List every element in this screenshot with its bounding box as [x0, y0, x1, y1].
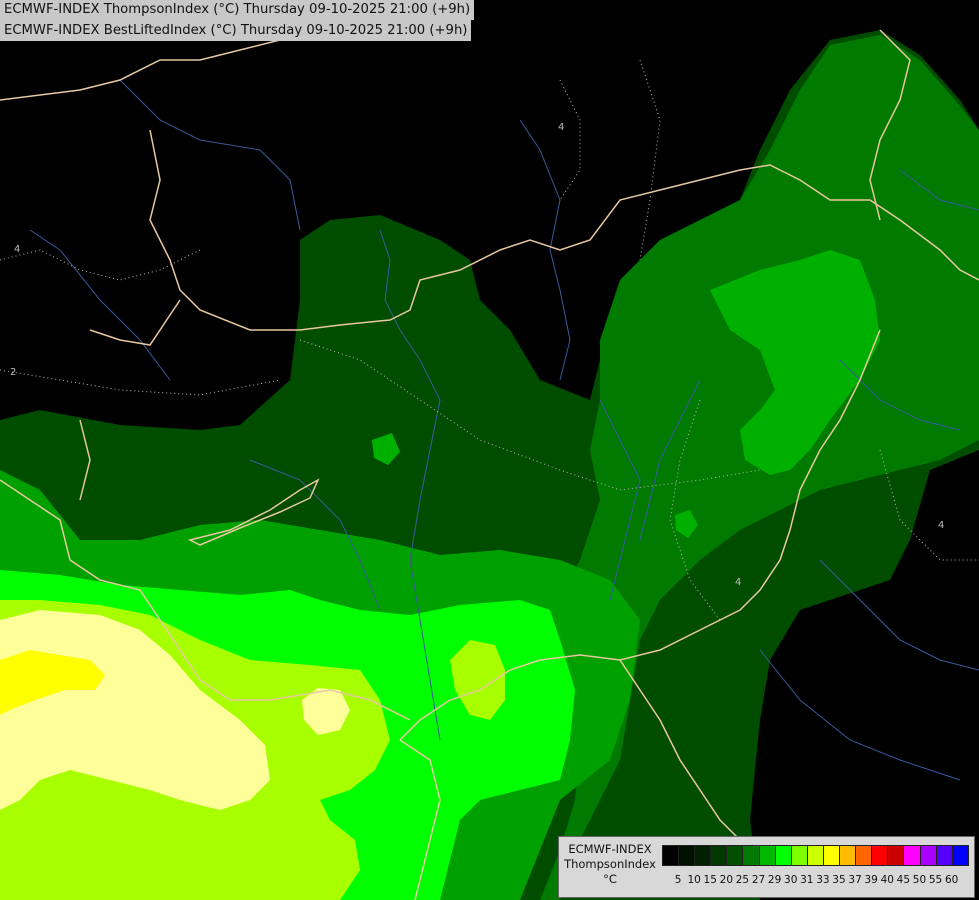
legend-swatch — [871, 845, 889, 866]
legend-swatch — [855, 845, 873, 866]
forecast-map: 4 4 2 4 4 — [0, 0, 979, 900]
legend-tick-labels: 5 10 15 20 25 27 29 30 31 33 35 37 39 40 45 50 55 60 — [662, 874, 960, 886]
legend-swatch — [710, 845, 728, 866]
legend-swatch — [951, 845, 969, 866]
color-legend: ECMWF-INDEX ThompsonIndex °C 5 10 15 20 25 27… — [558, 836, 975, 898]
legend-swatch — [678, 845, 696, 866]
legend-tick-label: 40 — [880, 874, 894, 886]
legend-tick-label: 15 — [703, 874, 717, 886]
legend-swatch — [790, 845, 808, 866]
legend-swatch — [887, 845, 905, 866]
legend-swatch — [758, 845, 776, 866]
contour-label: 2 — [10, 367, 16, 378]
legend-tick-label: 55 — [928, 874, 943, 886]
legend-parameter: ThompsonIndex — [564, 857, 656, 871]
legend-swatch — [919, 845, 937, 866]
legend-model: ECMWF-INDEX — [568, 842, 652, 856]
legend-swatches — [662, 845, 969, 866]
legend-swatch — [726, 845, 744, 866]
legend-tick-label: 30 — [784, 874, 798, 886]
legend-swatch — [742, 845, 760, 866]
legend-tick-label: 50 — [912, 874, 927, 886]
legend-unit: °C — [603, 872, 617, 886]
legend-swatch — [935, 845, 953, 866]
legend-tick-label: 39 — [864, 874, 878, 886]
legend-swatch — [662, 845, 680, 866]
map-title-thompson: ECMWF-INDEX ThompsonIndex (°C) Thursday … — [0, 0, 475, 20]
legend-tick-label: 10 — [687, 874, 701, 886]
legend-swatch — [806, 845, 824, 866]
legend-tick-label: 33 — [816, 874, 830, 886]
legend-tick-label: 60 — [944, 874, 959, 886]
legend-swatch — [903, 845, 921, 866]
legend-tick-label: 35 — [832, 874, 846, 886]
legend-tick-label: 31 — [800, 874, 814, 886]
legend-title: ECMWF-INDEX ThompsonIndex °C — [561, 842, 659, 887]
legend-tick-label: 29 — [767, 874, 782, 886]
legend-swatch — [822, 845, 841, 866]
contour-label: 4 — [735, 577, 741, 588]
legend-tick-label: 37 — [848, 874, 862, 886]
map-title-bestlifted: ECMWF-INDEX BestLiftedIndex (°C) Thursda… — [0, 20, 472, 41]
legend-tick-label: 45 — [896, 874, 911, 886]
legend-swatch — [774, 845, 792, 866]
legend-swatch — [839, 845, 857, 866]
legend-tick-label: 5 — [674, 874, 682, 886]
legend-tick-label: 20 — [719, 874, 734, 886]
legend-tick-label: 27 — [751, 874, 766, 886]
contour-label: 4 — [558, 122, 564, 133]
contour-label: 4 — [938, 520, 944, 531]
legend-tick-label: 25 — [735, 874, 750, 886]
legend-swatch — [694, 845, 712, 866]
contour-label: 4 — [14, 244, 20, 255]
